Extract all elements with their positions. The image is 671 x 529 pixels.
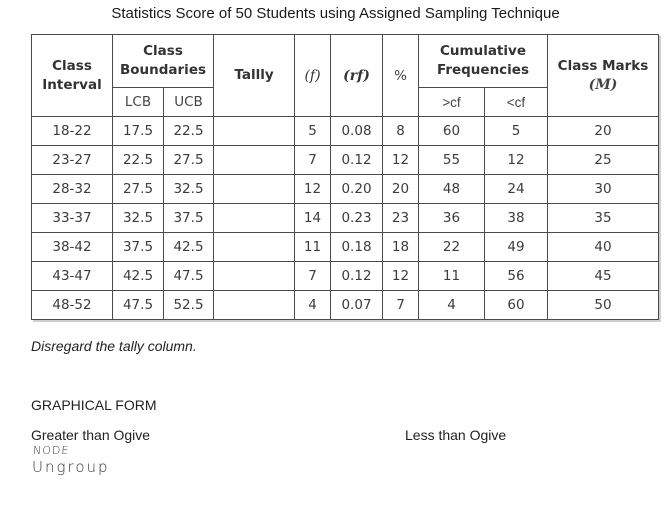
header-class-marks-symbol: (M) [588, 76, 618, 93]
cell-class-mark: 25 [547, 145, 659, 175]
cell-interval: 33-37 [31, 203, 113, 233]
table-row: 28-32 27.5 32.5 12 0.20 20 48 24 30 [31, 174, 659, 204]
cell-lcb: 47.5 [112, 290, 164, 320]
cell-class-mark: 45 [547, 261, 659, 291]
cell-interval: 18-22 [31, 116, 113, 146]
header-greater-than-cf: >cf [418, 87, 485, 117]
cell-lcb: 17.5 [112, 116, 164, 146]
cell-tally [213, 261, 295, 291]
cell-interval: 23-27 [31, 145, 113, 175]
header-cumulative-frequencies: Cumulative Frequencies [418, 34, 548, 88]
cell-less-than-cf: 56 [484, 261, 548, 291]
cell-tally [213, 232, 295, 262]
table-row: 23-27 22.5 27.5 7 0.12 12 55 12 25 [31, 145, 659, 175]
cell-less-than-cf: 60 [484, 290, 548, 320]
header-class-marks-label: Class Marks [557, 57, 649, 74]
page-title: Statistics Score of 50 Students using As… [111, 5, 560, 22]
cell-relative-frequency: 0.08 [330, 116, 383, 146]
cell-tally [213, 145, 295, 175]
cell-tally [213, 116, 295, 146]
cell-lcb: 32.5 [112, 203, 164, 233]
cell-relative-frequency: 0.12 [330, 261, 383, 291]
cell-lcb: 27.5 [112, 174, 164, 204]
cell-tally [213, 174, 295, 204]
cell-frequency: 5 [294, 116, 331, 146]
cell-frequency: 11 [294, 232, 331, 262]
cell-less-than-cf: 24 [484, 174, 548, 204]
cell-greater-than-cf: 36 [418, 203, 485, 233]
cell-class-mark: 20 [547, 116, 659, 146]
cell-greater-than-cf: 11 [418, 261, 485, 291]
cell-relative-frequency: 0.23 [330, 203, 383, 233]
cell-percent: 12 [382, 145, 419, 175]
cell-ucb: 37.5 [163, 203, 214, 233]
header-class-marks: Class Marks (M) [547, 34, 659, 117]
cell-tally [213, 290, 295, 320]
header-percent: % [382, 34, 419, 117]
cell-interval: 48-52 [31, 290, 113, 320]
cell-ucb: 22.5 [163, 116, 214, 146]
header-lcb: LCB [112, 87, 164, 117]
cell-percent: 18 [382, 232, 419, 262]
cell-lcb: 37.5 [112, 232, 164, 262]
section-heading: GRAPHICAL FORM [31, 397, 157, 413]
cell-relative-frequency: 0.20 [330, 174, 383, 204]
header-ucb: UCB [163, 87, 214, 117]
cell-interval: 43-47 [31, 261, 113, 291]
cell-relative-frequency: 0.18 [330, 232, 383, 262]
table-row: 18-22 17.5 22.5 5 0.08 8 60 5 20 [31, 116, 659, 146]
cell-percent: 23 [382, 203, 419, 233]
cell-greater-than-cf: 60 [418, 116, 485, 146]
cell-frequency: 4 [294, 290, 331, 320]
cell-ucb: 27.5 [163, 145, 214, 175]
cell-lcb: 42.5 [112, 261, 164, 291]
cell-class-mark: 40 [547, 232, 659, 262]
header-frequency: (f) [294, 34, 331, 117]
less-than-ogive-label: Less than Ogive [405, 427, 507, 443]
cell-greater-than-cf: 55 [418, 145, 485, 175]
cell-ucb: 47.5 [163, 261, 214, 291]
handwritten-note-ungroup: Ungroup [32, 458, 110, 476]
header-class-boundaries: Class Boundaries [112, 34, 214, 88]
cell-lcb: 22.5 [112, 145, 164, 175]
cell-frequency: 7 [294, 145, 331, 175]
cell-class-mark: 30 [547, 174, 659, 204]
cell-less-than-cf: 38 [484, 203, 548, 233]
cell-percent: 20 [382, 174, 419, 204]
cell-greater-than-cf: 22 [418, 232, 485, 262]
cell-less-than-cf: 49 [484, 232, 548, 262]
cell-greater-than-cf: 4 [418, 290, 485, 320]
table-row: 43-47 42.5 47.5 7 0.12 12 11 56 45 [31, 261, 659, 291]
cell-class-mark: 50 [547, 290, 659, 320]
cell-percent: 12 [382, 261, 419, 291]
cell-ucb: 42.5 [163, 232, 214, 262]
header-relative-frequency: (rf) [330, 34, 383, 117]
header-class-interval: Class Interval [31, 34, 113, 117]
handwritten-note-mode: NODE [32, 444, 70, 457]
cell-percent: 7 [382, 290, 419, 320]
cell-interval: 38-42 [31, 232, 113, 262]
cell-frequency: 7 [294, 261, 331, 291]
cell-class-mark: 35 [547, 203, 659, 233]
cell-relative-frequency: 0.07 [330, 290, 383, 320]
cell-less-than-cf: 12 [484, 145, 548, 175]
tally-note: Disregard the tally column. [31, 338, 197, 354]
header-tally: Tallly [213, 34, 295, 117]
header-less-than-cf: <cf [484, 87, 548, 117]
cell-relative-frequency: 0.12 [330, 145, 383, 175]
frequency-distribution-table: Class Interval Class Boundaries Tallly (… [31, 34, 659, 320]
cell-ucb: 52.5 [163, 290, 214, 320]
cell-percent: 8 [382, 116, 419, 146]
cell-ucb: 32.5 [163, 174, 214, 204]
table-row: 38-42 37.5 42.5 11 0.18 18 22 49 40 [31, 232, 659, 262]
cell-tally [213, 203, 295, 233]
cell-frequency: 14 [294, 203, 331, 233]
cell-frequency: 12 [294, 174, 331, 204]
table-row: 33-37 32.5 37.5 14 0.23 23 36 38 35 [31, 203, 659, 233]
cell-interval: 28-32 [31, 174, 113, 204]
table-row: 48-52 47.5 52.5 4 0.07 7 4 60 50 [31, 290, 659, 320]
cell-less-than-cf: 5 [484, 116, 548, 146]
greater-than-ogive-label: Greater than Ogive [31, 427, 151, 443]
cell-greater-than-cf: 48 [418, 174, 485, 204]
